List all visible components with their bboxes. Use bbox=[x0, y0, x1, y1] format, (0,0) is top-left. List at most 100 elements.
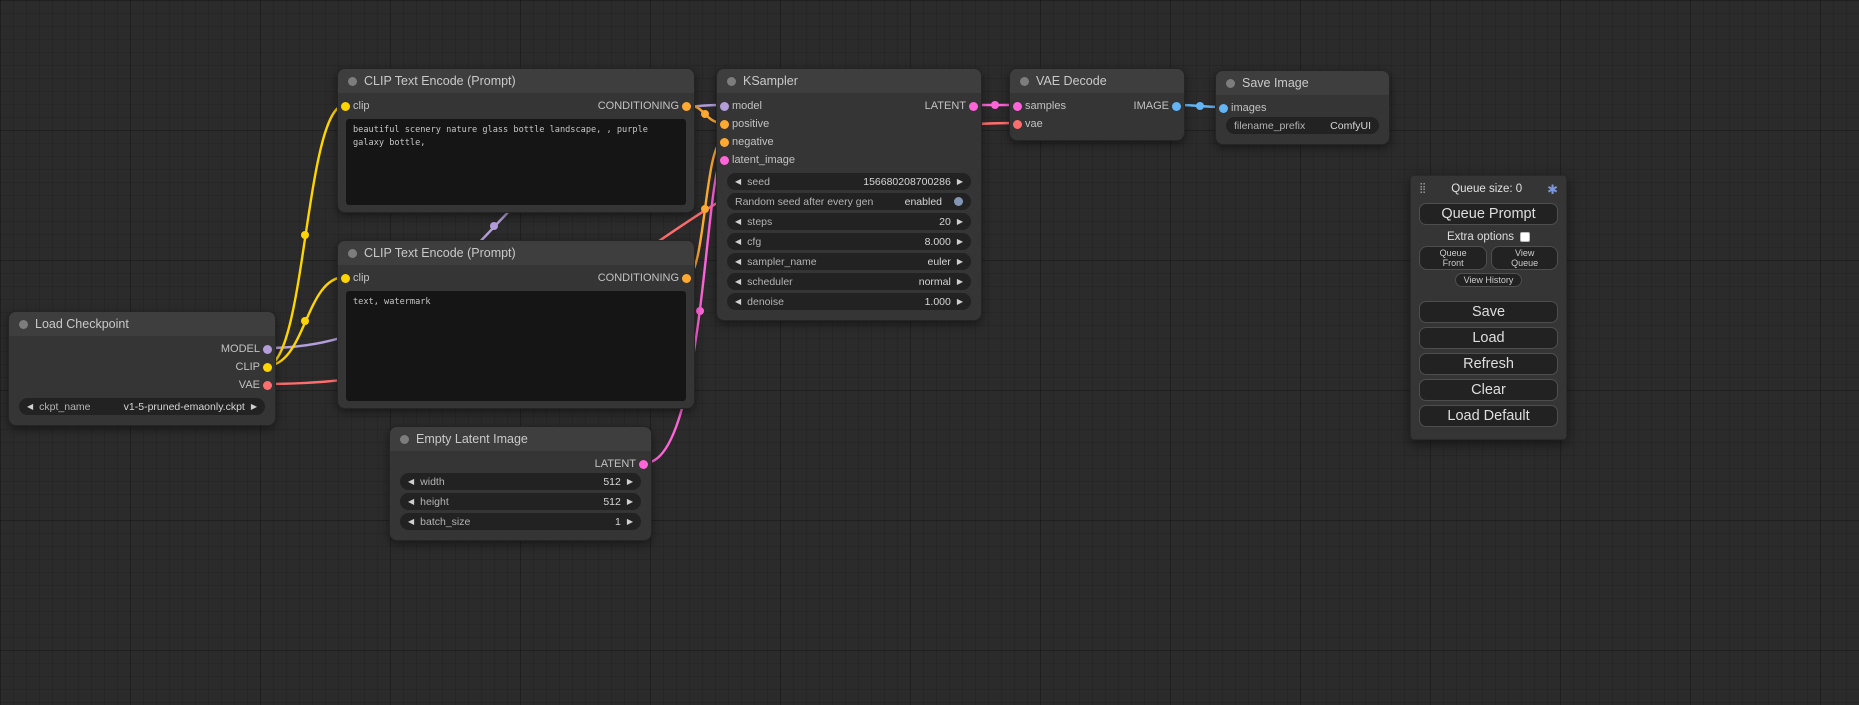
widget-left-arrow-icon[interactable]: ◀ bbox=[408, 517, 414, 526]
node-vae-decode[interactable]: VAE Decode samples IMAGE vae bbox=[1009, 68, 1185, 141]
extra-options-label: Extra options bbox=[1447, 231, 1514, 243]
slot-row: latent_image bbox=[717, 151, 981, 169]
widget-left-arrow-icon[interactable]: ◀ bbox=[735, 217, 741, 226]
collapse-dot-icon[interactable] bbox=[400, 435, 409, 444]
collapse-dot-icon[interactable] bbox=[1020, 77, 1029, 86]
queue-front-button[interactable]: Queue Front bbox=[1419, 246, 1487, 270]
widget-right-arrow-icon[interactable]: ▶ bbox=[957, 277, 963, 286]
input-slot-vae[interactable] bbox=[1013, 120, 1022, 129]
output-slot-conditioning[interactable] bbox=[682, 102, 691, 111]
node-title-bar[interactable]: CLIP Text Encode (Prompt) bbox=[338, 241, 694, 265]
seed-widget[interactable]: ◀ seed 156680208700286 ▶ bbox=[727, 173, 971, 190]
toggle-indicator-icon[interactable] bbox=[954, 197, 963, 206]
view-history-button[interactable]: View History bbox=[1455, 273, 1523, 287]
slot-label: clip bbox=[353, 100, 370, 112]
slot-label: VAE bbox=[239, 379, 260, 391]
widget-right-arrow-icon[interactable]: ▶ bbox=[251, 402, 257, 411]
load-button[interactable]: Load bbox=[1419, 327, 1558, 349]
output-slot-latent[interactable] bbox=[639, 460, 648, 469]
ckpt-name-widget[interactable]: ◀ ckpt_name v1-5-pruned-emaonly.ckpt ▶ bbox=[19, 398, 265, 415]
widget-left-arrow-icon[interactable]: ◀ bbox=[735, 237, 741, 246]
collapse-dot-icon[interactable] bbox=[348, 249, 357, 258]
node-title-bar[interactable]: KSampler bbox=[717, 69, 981, 93]
widget-left-arrow-icon[interactable]: ◀ bbox=[27, 402, 33, 411]
collapse-dot-icon[interactable] bbox=[727, 77, 736, 86]
refresh-button[interactable]: Refresh bbox=[1419, 353, 1558, 375]
input-slot-latent-image[interactable] bbox=[720, 156, 729, 165]
collapse-dot-icon[interactable] bbox=[348, 77, 357, 86]
collapse-dot-icon[interactable] bbox=[1226, 79, 1235, 88]
widget-left-arrow-icon[interactable]: ◀ bbox=[735, 177, 741, 186]
widget-left-arrow-icon[interactable]: ◀ bbox=[408, 497, 414, 506]
widget-left-arrow-icon[interactable]: ◀ bbox=[735, 297, 741, 306]
widget-name: scheduler bbox=[747, 276, 793, 288]
input-slot-positive[interactable] bbox=[720, 120, 729, 129]
collapse-dot-icon[interactable] bbox=[19, 320, 28, 329]
widget-left-arrow-icon[interactable]: ◀ bbox=[735, 277, 741, 286]
queue-buttons-row: Queue Front View Queue bbox=[1419, 246, 1558, 270]
node-ksampler[interactable]: KSampler model LATENT positive negative … bbox=[716, 68, 982, 321]
denoise-widget[interactable]: ◀ denoise 1.000 ▶ bbox=[727, 293, 971, 310]
output-slot-conditioning[interactable] bbox=[682, 274, 691, 283]
widget-right-arrow-icon[interactable]: ▶ bbox=[627, 477, 633, 486]
slot-label: LATENT bbox=[595, 458, 636, 470]
widget-right-arrow-icon[interactable]: ▶ bbox=[957, 217, 963, 226]
node-body: images filename_prefix ComfyUI bbox=[1216, 95, 1389, 144]
node-title-bar[interactable]: Empty Latent Image bbox=[390, 427, 651, 451]
output-slot-vae[interactable] bbox=[263, 381, 272, 390]
node-title-bar[interactable]: VAE Decode bbox=[1010, 69, 1184, 93]
load-default-button[interactable]: Load Default bbox=[1419, 405, 1558, 427]
output-slot-image[interactable] bbox=[1172, 102, 1181, 111]
widget-right-arrow-icon[interactable]: ▶ bbox=[957, 177, 963, 186]
queue-prompt-button[interactable]: Queue Prompt bbox=[1419, 203, 1558, 225]
slot-label: positive bbox=[732, 118, 769, 130]
wire-midpoint-dot bbox=[701, 110, 709, 118]
node-title-bar[interactable]: Save Image bbox=[1216, 71, 1389, 95]
height-widget[interactable]: ◀ height 512 ▶ bbox=[400, 493, 641, 510]
width-widget[interactable]: ◀ width 512 ▶ bbox=[400, 473, 641, 490]
drag-handle-icon[interactable]: ⣿ bbox=[1419, 184, 1426, 194]
prompt-textarea[interactable]: beautiful scenery nature glass bottle la… bbox=[346, 119, 686, 205]
output-slot-clip[interactable] bbox=[263, 363, 272, 372]
widget-right-arrow-icon[interactable]: ▶ bbox=[957, 237, 963, 246]
widget-left-arrow-icon[interactable]: ◀ bbox=[408, 477, 414, 486]
input-slot-clip[interactable] bbox=[341, 102, 350, 111]
filename-prefix-widget[interactable]: filename_prefix ComfyUI bbox=[1226, 117, 1379, 134]
steps-widget[interactable]: ◀ steps 20 ▶ bbox=[727, 213, 971, 230]
node-load-checkpoint[interactable]: Load Checkpoint MODEL CLIP VAE ◀ ckpt_na… bbox=[8, 311, 276, 426]
widget-right-arrow-icon[interactable]: ▶ bbox=[627, 497, 633, 506]
node-clip-text-encode-negative[interactable]: CLIP Text Encode (Prompt) clip CONDITION… bbox=[337, 240, 695, 409]
settings-gear-icon[interactable]: ✱ bbox=[1547, 183, 1558, 196]
input-slot-images[interactable] bbox=[1219, 104, 1228, 113]
node-title-bar[interactable]: Load Checkpoint bbox=[9, 312, 275, 336]
widget-right-arrow-icon[interactable]: ▶ bbox=[957, 297, 963, 306]
widget-value: 8.000 bbox=[925, 236, 951, 248]
node-clip-text-encode-positive[interactable]: CLIP Text Encode (Prompt) clip CONDITION… bbox=[337, 68, 695, 213]
widget-right-arrow-icon[interactable]: ▶ bbox=[627, 517, 633, 526]
sampler-name-widget[interactable]: ◀ sampler_name euler ▶ bbox=[727, 253, 971, 270]
input-slot-model[interactable] bbox=[720, 102, 729, 111]
output-slot-model[interactable] bbox=[263, 345, 272, 354]
random-seed-toggle-widget[interactable]: Random seed after every gen enabled bbox=[727, 193, 971, 210]
view-queue-button[interactable]: View Queue bbox=[1491, 246, 1558, 270]
input-slot-samples[interactable] bbox=[1013, 102, 1022, 111]
cfg-widget[interactable]: ◀ cfg 8.000 ▶ bbox=[727, 233, 971, 250]
node-title-bar[interactable]: CLIP Text Encode (Prompt) bbox=[338, 69, 694, 93]
widget-left-arrow-icon[interactable]: ◀ bbox=[735, 257, 741, 266]
widget-right-arrow-icon[interactable]: ▶ bbox=[957, 257, 963, 266]
slot-row: images bbox=[1216, 99, 1389, 117]
clear-button[interactable]: Clear bbox=[1419, 379, 1558, 401]
node-save-image[interactable]: Save Image images filename_prefix ComfyU… bbox=[1215, 70, 1390, 145]
widget-value: enabled bbox=[905, 196, 942, 208]
node-body: samples IMAGE vae bbox=[1010, 93, 1184, 140]
input-slot-negative[interactable] bbox=[720, 138, 729, 147]
prompt-textarea[interactable]: text, watermark bbox=[346, 291, 686, 401]
input-slot-clip[interactable] bbox=[341, 274, 350, 283]
node-empty-latent-image[interactable]: Empty Latent Image LATENT ◀ width 512 ▶ … bbox=[389, 426, 652, 541]
extra-options-checkbox[interactable] bbox=[1520, 232, 1530, 242]
slot-label: samples bbox=[1025, 100, 1066, 112]
scheduler-widget[interactable]: ◀ scheduler normal ▶ bbox=[727, 273, 971, 290]
output-slot-latent[interactable] bbox=[969, 102, 978, 111]
batch-size-widget[interactable]: ◀ batch_size 1 ▶ bbox=[400, 513, 641, 530]
save-button[interactable]: Save bbox=[1419, 301, 1558, 323]
